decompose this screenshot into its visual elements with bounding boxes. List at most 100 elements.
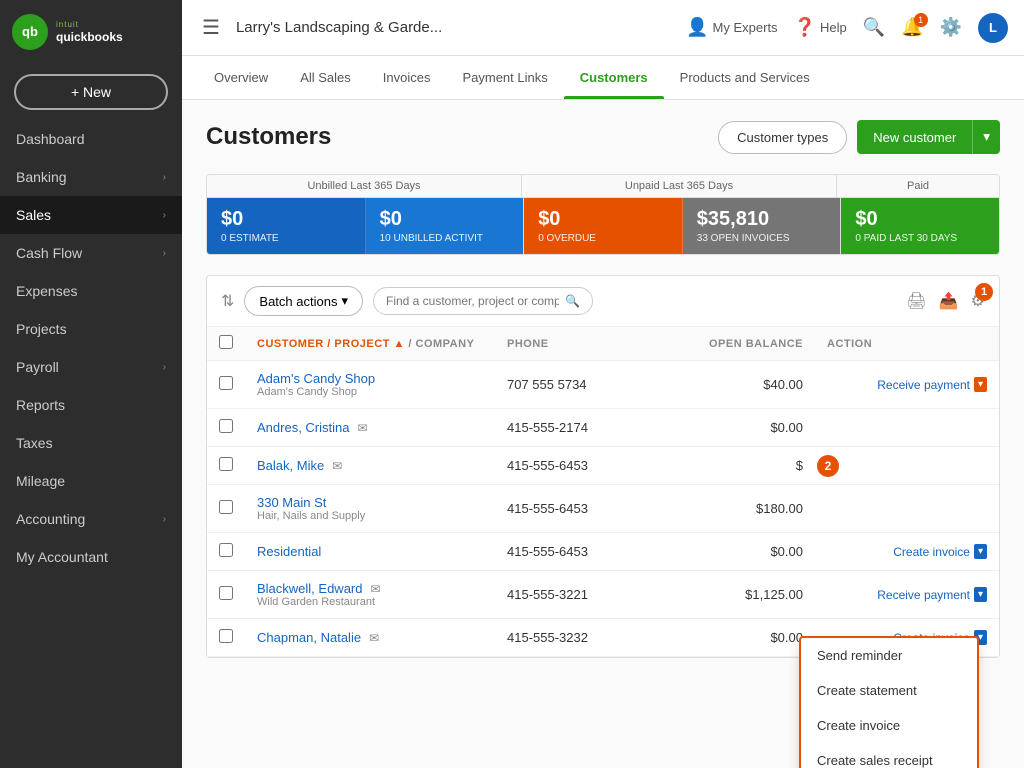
create-invoice-button[interactable]: Create invoice — [893, 545, 970, 559]
email-icon: ✉ — [332, 459, 342, 473]
row-phone: 707 555 5734 — [495, 361, 675, 409]
menu-icon[interactable]: ☰ — [198, 11, 224, 44]
new-button[interactable]: + New — [14, 74, 168, 110]
row-select-checkbox[interactable] — [219, 419, 233, 433]
notification-badge: 1 — [914, 13, 928, 27]
quickbooks-label: quickbooks — [56, 30, 123, 44]
table-row: Residential 415-555-6453 $0.00 Create in… — [207, 533, 999, 571]
table-toolbar: ⇅ Batch actions ▾ 🔍 🖨 📤 ⚙ 1 — [207, 276, 999, 327]
sidebar-item-taxes[interactable]: Taxes — [0, 424, 182, 462]
row-balance: $ 2 — [675, 447, 815, 485]
sort-icon[interactable]: ⇅ — [221, 291, 234, 311]
step1-badge: 1 — [975, 283, 993, 301]
my-experts-button[interactable]: 👤 My Experts — [686, 17, 777, 38]
unbilled-group-label: Unbilled Last 365 Days — [207, 175, 522, 197]
tab-overview[interactable]: Overview — [198, 56, 284, 99]
paid-card[interactable]: $0 0 PAID LAST 30 DAYS — [841, 198, 999, 254]
sidebar-item-projects[interactable]: Projects — [0, 310, 182, 348]
estimate-label: 0 ESTIMATE — [221, 233, 351, 244]
dropdown-item-create-statement[interactable]: Create statement — [801, 673, 977, 708]
print-icon[interactable]: 🖨 — [906, 291, 926, 311]
open-invoices-card[interactable]: $35,810 33 OPEN INVOICES — [683, 198, 842, 254]
row-checkbox — [207, 485, 245, 533]
row-customer: 330 Main St Hair, Nails and Supply — [245, 485, 495, 533]
main-content: ☰ Larry's Landscaping & Garde... 👤 My Ex… — [182, 0, 1024, 768]
dropdown-item-create-sales-receipt[interactable]: Create sales receipt — [801, 743, 977, 768]
settings-icon[interactable]: ⚙️ — [940, 17, 962, 38]
row-select-checkbox[interactable] — [219, 543, 233, 557]
unbilled-label: 10 UNBILLED ACTIVIT — [380, 233, 510, 244]
customer-types-button[interactable]: Customer types — [718, 121, 847, 154]
row-checkbox — [207, 361, 245, 409]
search-input[interactable] — [386, 294, 559, 308]
overdue-card[interactable]: $0 0 OVERDUE — [524, 198, 683, 254]
row-select-checkbox[interactable] — [219, 586, 233, 600]
receive-payment-button[interactable]: Receive payment — [877, 588, 970, 602]
row-select-checkbox[interactable] — [219, 457, 233, 471]
help-icon: ❓ — [794, 17, 816, 38]
row-select-checkbox[interactable] — [219, 500, 233, 514]
sidebar-item-sales[interactable]: Sales › — [0, 196, 182, 234]
estimate-amount: $0 — [221, 208, 351, 231]
settings-with-badge: ⚙ 1 — [971, 291, 985, 311]
content-header: Customers Customer types New customer ▾ — [206, 120, 1000, 154]
action-dropdown-menu: Send reminder Create statement Create in… — [799, 636, 979, 768]
sidebar-item-mileage[interactable]: Mileage — [0, 462, 182, 500]
estimate-card[interactable]: $0 0 ESTIMATE — [207, 198, 366, 254]
new-customer-dropdown-arrow[interactable]: ▾ — [972, 120, 1000, 154]
export-icon[interactable]: 📤 — [939, 291, 959, 311]
sidebar-item-reports[interactable]: Reports — [0, 386, 182, 424]
row-customer: Adam's Candy Shop Adam's Candy Shop — [245, 361, 495, 409]
tab-products-services[interactable]: Products and Services — [664, 56, 826, 99]
tab-all-sales[interactable]: All Sales — [284, 56, 367, 99]
paid-label: 0 PAID LAST 30 DAYS — [855, 233, 985, 244]
batch-actions-button[interactable]: Batch actions ▾ — [244, 286, 363, 316]
sidebar-item-expenses[interactable]: Expenses — [0, 272, 182, 310]
tab-customers[interactable]: Customers — [564, 56, 664, 99]
row-select-checkbox[interactable] — [219, 376, 233, 390]
action-dropdown-button[interactable]: ▾ — [974, 377, 987, 392]
email-icon: ✉ — [371, 582, 381, 596]
overdue-amount: $0 — [538, 208, 668, 231]
row-balance: $180.00 — [675, 485, 815, 533]
help-button[interactable]: ❓ Help — [794, 17, 847, 38]
new-customer-button[interactable]: New customer — [857, 120, 972, 154]
quickbooks-logo-icon: qb — [12, 14, 48, 50]
row-customer: Andres, Cristina ✉ — [245, 409, 495, 447]
row-phone: 415-555-6453 — [495, 447, 675, 485]
sidebar-item-dashboard[interactable]: Dashboard — [0, 120, 182, 158]
header-customer[interactable]: CUSTOMER / PROJECT ▲ / COMPANY — [245, 327, 495, 361]
customers-table: CUSTOMER / PROJECT ▲ / COMPANY PHONE OPE… — [207, 327, 999, 657]
row-action: Receive payment ▾ — [815, 571, 999, 619]
user-avatar[interactable]: L — [978, 13, 1008, 43]
row-select-checkbox[interactable] — [219, 629, 233, 643]
notifications-icon[interactable]: 🔔 1 — [901, 17, 923, 38]
row-phone: 415-555-6453 — [495, 533, 675, 571]
search-icon[interactable]: 🔍 — [863, 17, 885, 38]
sidebar-item-accountant[interactable]: My Accountant — [0, 538, 182, 576]
dropdown-item-send-reminder[interactable]: Send reminder — [801, 638, 977, 673]
batch-dropdown-icon: ▾ — [341, 293, 348, 309]
action-dropdown-button[interactable]: ▾ — [974, 544, 987, 559]
row-action — [815, 409, 999, 447]
chevron-right-icon: › — [163, 362, 166, 373]
unpaid-group-label: Unpaid Last 365 Days — [522, 175, 837, 197]
search-icon: 🔍 — [565, 294, 580, 308]
unbilled-amount: $0 — [380, 208, 510, 231]
tab-invoices[interactable]: Invoices — [367, 56, 447, 99]
select-all-checkbox[interactable] — [219, 335, 233, 349]
row-balance: $0.00 — [675, 533, 815, 571]
sidebar-item-banking[interactable]: Banking › — [0, 158, 182, 196]
sidebar-item-payroll[interactable]: Payroll › — [0, 348, 182, 386]
row-checkbox — [207, 409, 245, 447]
dropdown-item-create-invoice[interactable]: Create invoice — [801, 708, 977, 743]
action-dropdown-button[interactable]: ▾ — [974, 587, 987, 602]
table-row: Balak, Mike ✉ 415-555-6453 $ 2 — [207, 447, 999, 485]
toolbar-left: ⇅ Batch actions ▾ 🔍 — [221, 286, 593, 316]
chevron-right-icon: › — [163, 248, 166, 259]
sidebar-item-accounting[interactable]: Accounting › — [0, 500, 182, 538]
tab-payment-links[interactable]: Payment Links — [446, 56, 563, 99]
sidebar-item-cashflow[interactable]: Cash Flow › — [0, 234, 182, 272]
receive-payment-button[interactable]: Receive payment — [877, 378, 970, 392]
unbilled-card[interactable]: $0 10 UNBILLED ACTIVIT — [366, 198, 525, 254]
